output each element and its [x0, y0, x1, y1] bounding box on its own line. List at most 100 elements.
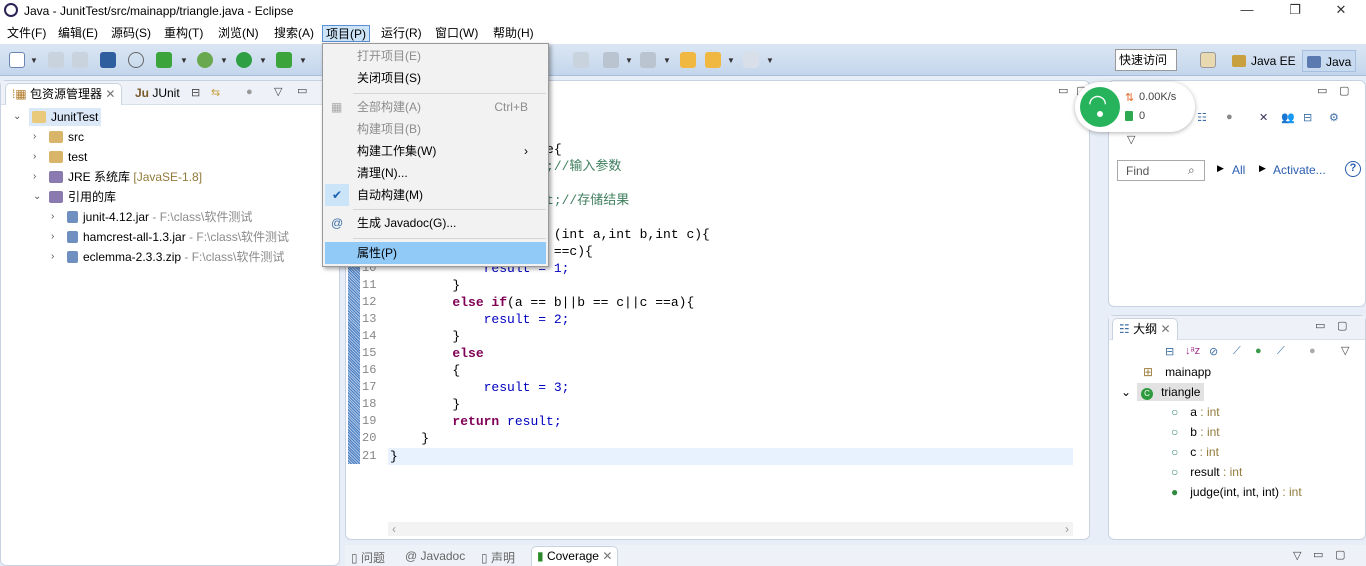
terminal-icon[interactable] — [100, 52, 116, 68]
outline-class[interactable]: ⌄ Ctriangle — [1121, 382, 1205, 402]
tab-junit[interactable]: Ju JUnit — [129, 83, 186, 105]
minimize-icon[interactable]: ▭ — [1315, 319, 1325, 332]
menu-item-build-working-set[interactable]: 构建工作集(W) › — [325, 140, 546, 162]
debug-icon[interactable] — [197, 52, 213, 68]
view-menu-icon[interactable]: ▽ — [1127, 133, 1135, 146]
menu-help[interactable]: 帮助(H) — [490, 25, 537, 42]
outline-package[interactable]: ⊞ mainapp — [1143, 362, 1211, 382]
filter-icon[interactable]: ● — [1226, 111, 1233, 123]
coverage-run-icon[interactable] — [156, 52, 172, 68]
sync-icon[interactable]: ⚙ — [1329, 111, 1339, 124]
help-icon[interactable]: ? — [1345, 161, 1361, 177]
sort-icon[interactable]: ↓ᵃz — [1185, 345, 1200, 357]
close-icon[interactable]: ✕ — [105, 87, 115, 101]
hide-static-icon[interactable]: ⟋ — [1233, 345, 1241, 358]
coverage-dropdown-icon[interactable]: ▼ — [180, 56, 188, 65]
activate-link[interactable]: Activate... — [1273, 163, 1326, 177]
forward-icon[interactable] — [743, 52, 759, 68]
new-dropdown-icon[interactable]: ▼ — [30, 56, 38, 65]
menu-item-build-all[interactable]: ▦ 全部构建(A) Ctrl+B — [325, 96, 546, 118]
perspective-java-ee[interactable]: Java EE — [1228, 50, 1300, 72]
tab-javadoc[interactable]: @ Javadoc — [405, 549, 465, 563]
maximize-icon[interactable]: ▢ — [1337, 319, 1347, 332]
maximize-icon[interactable]: ▢ — [1335, 548, 1345, 561]
back-dropdown-icon[interactable]: ▼ — [727, 56, 735, 65]
menu-refactor[interactable]: 重构(T) — [161, 25, 206, 42]
minimize-icon[interactable]: ▭ — [1317, 84, 1327, 97]
save-icon[interactable] — [48, 52, 64, 68]
back-icon[interactable] — [705, 52, 721, 68]
view-menu-icon[interactable]: ▽ — [274, 85, 282, 98]
link-editor-icon[interactable]: ⇆ — [211, 86, 220, 99]
tree-item-src[interactable]: › src — [33, 127, 84, 147]
run-dropdown-icon[interactable]: ▼ — [259, 56, 267, 65]
tree-item-jar[interactable]: › junit-4.12.jar - F:\class\软件测试 — [51, 207, 252, 227]
minimize-icon[interactable]: ▭ — [1313, 548, 1323, 561]
focus-icon[interactable]: ● — [1309, 345, 1316, 357]
tree-item-jar[interactable]: › eclemma-2.3.3.zip - F:\class\软件测试 — [51, 247, 284, 267]
editor-minimize-icon[interactable]: ▭ — [1058, 84, 1068, 97]
menu-item-clean[interactable]: 清理(N)... — [325, 162, 546, 184]
outline-field[interactable]: ○ c : int — [1171, 442, 1219, 462]
hide-nonpublic-icon[interactable]: ● — [1255, 345, 1262, 357]
view-menu-icon[interactable]: ▽ — [1293, 549, 1301, 562]
collapse-all-icon[interactable]: ⊟ — [1303, 111, 1312, 124]
tree-item-jre[interactable]: › JRE 系统库 [JavaSE-1.8] — [33, 167, 202, 187]
menu-item-close-project[interactable]: 关闭项目(S) — [325, 67, 546, 89]
tab-declaration[interactable]: ▯ 声明 — [481, 549, 515, 566]
menu-item-generate-javadoc[interactable]: @ 生成 Javadoc(G)... — [325, 212, 546, 234]
filters-icon[interactable]: ● — [246, 86, 253, 98]
tree-item-project[interactable]: ⌄ JunitTest — [13, 107, 102, 127]
tab-package-explorer[interactable]: ⁞▦ 包资源管理器 ✕ — [5, 83, 123, 105]
menu-file[interactable]: 文件(F) — [4, 25, 49, 42]
tab-outline[interactable]: ☷ 大纲 ✕ — [1112, 318, 1178, 340]
outline-method[interactable]: ● judge(int, int, int) : int — [1171, 482, 1302, 502]
collapse-all-icon[interactable]: ⊟ — [1165, 345, 1174, 358]
menu-item-open-project[interactable]: 打开项目(E) — [325, 45, 546, 67]
outline-field[interactable]: ○ a : int — [1171, 402, 1220, 422]
outline-field[interactable]: ○ result : int — [1171, 462, 1242, 482]
minimize-icon[interactable]: ▭ — [297, 84, 307, 97]
skip-breakpoints-icon[interactable] — [128, 52, 144, 68]
all-link[interactable]: All — [1232, 163, 1245, 177]
last-edit-icon[interactable] — [680, 52, 696, 68]
block-select-icon[interactable] — [573, 52, 589, 68]
open-perspective-icon[interactable] — [1200, 52, 1216, 68]
new-icon[interactable] — [9, 52, 25, 68]
tab-problems[interactable]: ▯ 问题 — [351, 549, 385, 566]
minimize-button[interactable]: — — [1232, 2, 1262, 20]
save-all-icon[interactable] — [72, 52, 88, 68]
menu-source[interactable]: 源码(S) — [108, 25, 154, 42]
focus-workweek-icon[interactable]: 👥 — [1281, 111, 1295, 124]
tree-item-test[interactable]: › test — [33, 147, 87, 167]
quick-access-input[interactable]: 快速访问 — [1115, 49, 1177, 71]
forward-dropdown-icon[interactable]: ▼ — [766, 56, 774, 65]
restore-button[interactable]: ❐ — [1280, 2, 1310, 20]
hide-fields-icon[interactable]: ⊘ — [1209, 345, 1218, 358]
hide-local-types-icon[interactable]: ⟋ — [1277, 345, 1285, 358]
view-menu-icon[interactable]: ▽ — [1341, 344, 1349, 357]
menu-edit[interactable]: 编辑(E) — [55, 25, 101, 42]
debug-dropdown-icon[interactable]: ▼ — [220, 56, 228, 65]
menu-item-build-automatically[interactable]: ✔ 自动构建(M) — [325, 184, 546, 206]
tab-coverage[interactable]: ▮ Coverage ✕ — [531, 546, 619, 566]
menu-search[interactable]: 搜索(A) — [271, 25, 317, 42]
menu-navigate[interactable]: 浏览(N) — [215, 25, 262, 42]
outline-field[interactable]: ○ b : int — [1171, 422, 1220, 442]
external-tools-dropdown-icon[interactable]: ▼ — [299, 56, 307, 65]
next-annotation-icon[interactable] — [603, 52, 619, 68]
perspective-java[interactable]: Java — [1302, 50, 1357, 72]
categorized-icon[interactable]: ☷ — [1197, 111, 1207, 124]
external-tools-icon[interactable] — [276, 52, 292, 68]
menu-item-build-project[interactable]: 构建项目(B) — [325, 118, 546, 140]
menu-item-properties[interactable]: 属性(P) — [325, 242, 546, 264]
menu-run[interactable]: 运行(R) — [378, 25, 425, 42]
tree-item-referenced-libs[interactable]: ⌄ 引用的库 — [33, 187, 116, 207]
prev-annotation-icon[interactable] — [640, 52, 656, 68]
horizontal-scrollbar[interactable]: ‹ › — [388, 522, 1073, 536]
menu-project[interactable]: 项目(P) — [322, 25, 370, 42]
tree-item-jar[interactable]: › hamcrest-all-1.3.jar - F:\class\软件测试 — [51, 227, 289, 247]
close-icon[interactable]: ✕ — [1160, 322, 1170, 336]
find-input[interactable]: Find ⌕ — [1117, 160, 1205, 181]
close-button[interactable]: ✕ — [1326, 2, 1356, 20]
